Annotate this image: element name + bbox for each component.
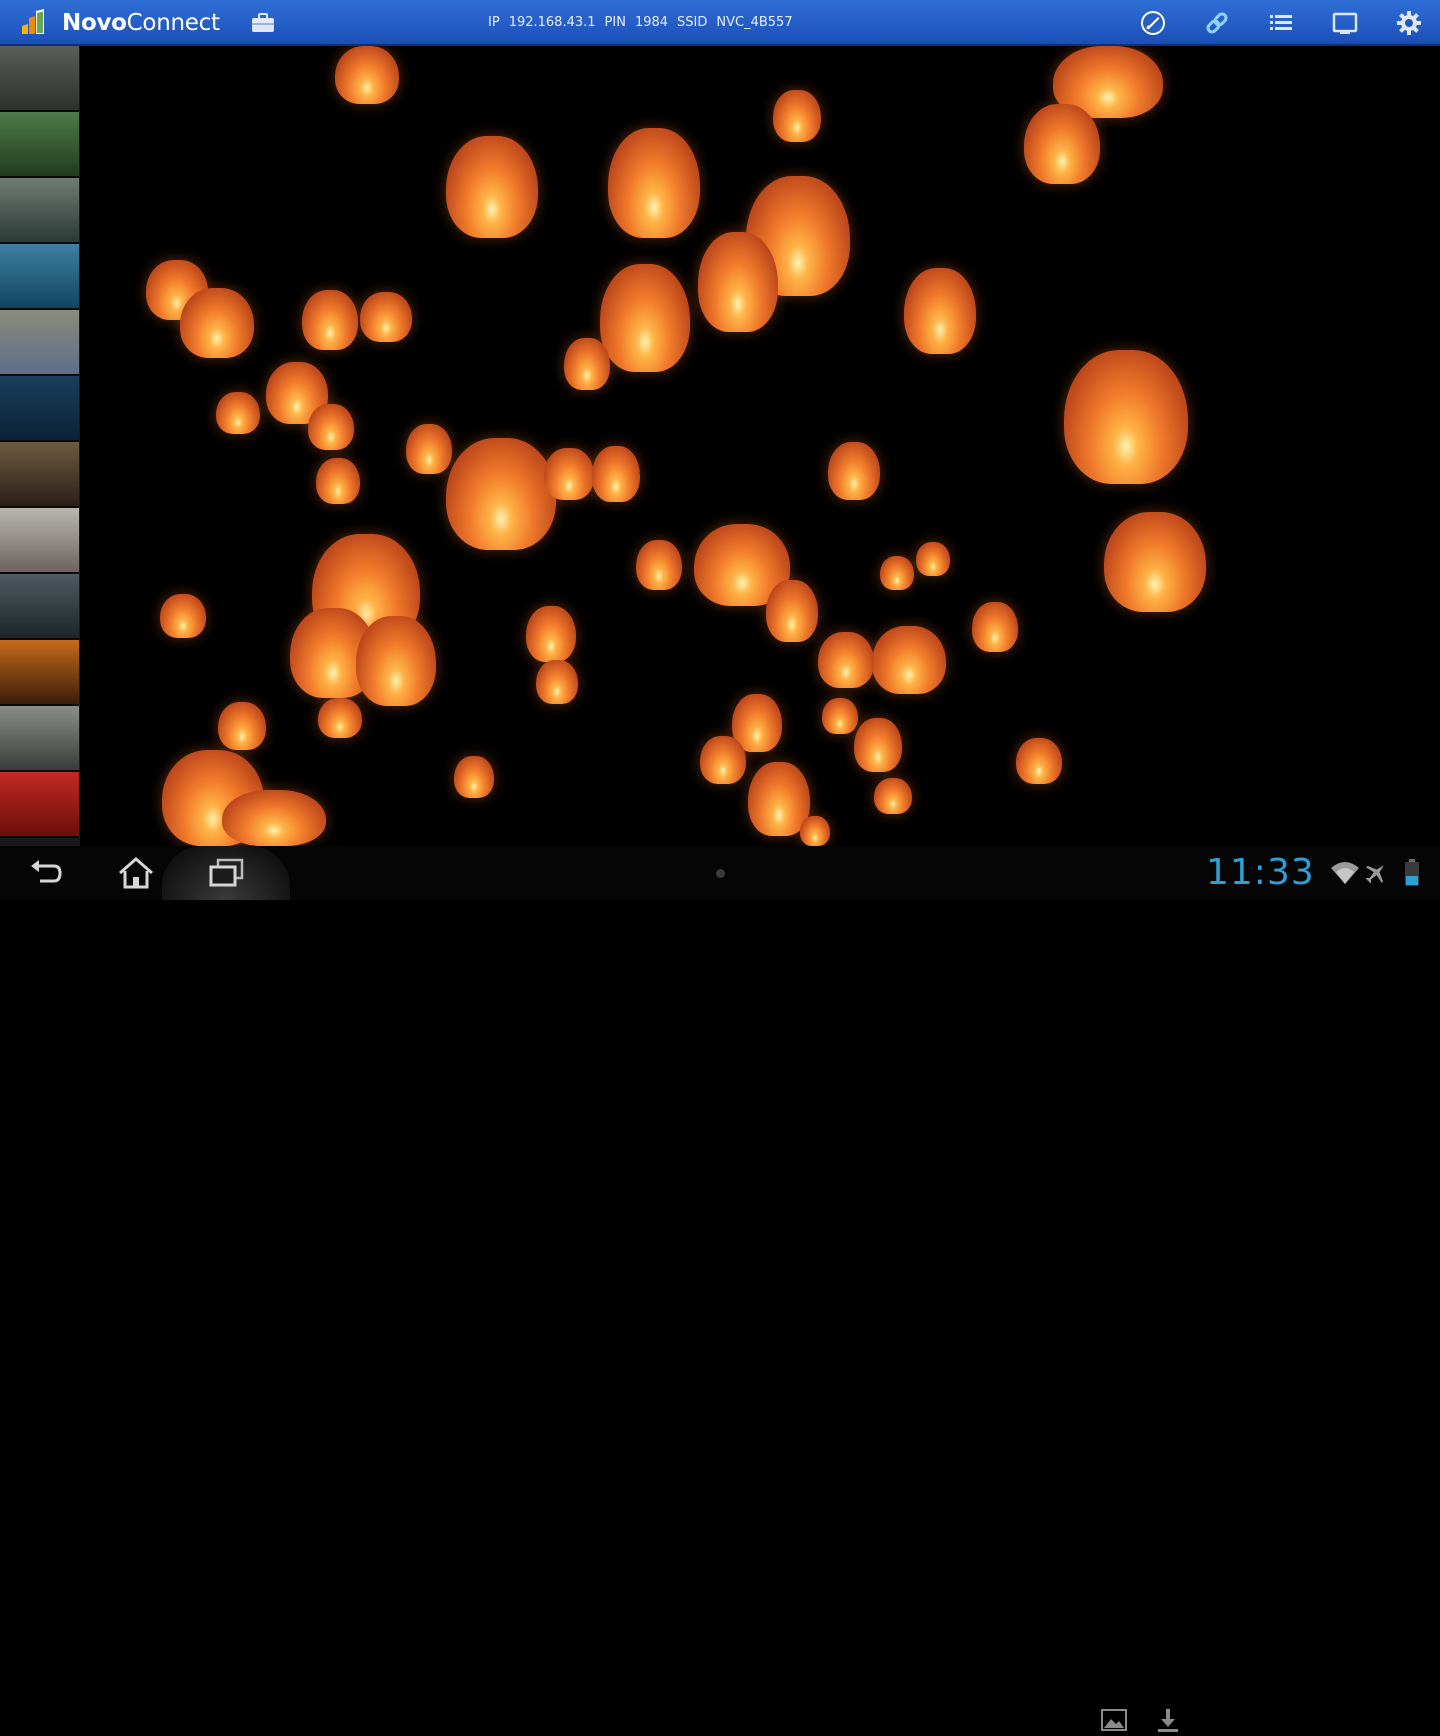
- lantern-21: [446, 438, 556, 550]
- lantern-25: [316, 458, 360, 504]
- presenter-button[interactable]: [1137, 7, 1169, 39]
- lantern-22: [544, 448, 594, 500]
- lantern-31: [916, 542, 950, 576]
- lantern-52: [874, 778, 912, 814]
- lantern-33: [160, 594, 206, 638]
- lantern-8: [698, 232, 778, 332]
- lantern-28: [1104, 512, 1206, 612]
- app-title-rest: Connect: [126, 10, 220, 36]
- lantern-51: [222, 790, 326, 846]
- lantern-1: [335, 46, 399, 104]
- lantern-29: [636, 540, 682, 590]
- thumbnail-6[interactable]: [0, 376, 79, 442]
- app-title: NovoConnect: [62, 9, 220, 37]
- ssid-label: SSID: [677, 15, 708, 30]
- thumbnail-7[interactable]: [0, 442, 79, 508]
- lantern-34: [766, 580, 818, 642]
- lantern-38: [356, 616, 436, 706]
- lantern-46: [700, 736, 746, 784]
- app-title-bold: Novo: [62, 10, 127, 36]
- thumbnail-8[interactable]: [0, 508, 79, 574]
- wifi-icon: [1328, 858, 1362, 888]
- lantern-53: [800, 816, 830, 846]
- ip-label: IP: [488, 15, 500, 30]
- lantern-3: [773, 90, 821, 142]
- lantern-39: [818, 632, 874, 688]
- download-notification-icon[interactable]: [1152, 1704, 1184, 1736]
- thumbnail-2[interactable]: [0, 112, 79, 178]
- battery-icon: [1400, 858, 1424, 888]
- screen-button[interactable]: [1329, 7, 1361, 39]
- pin-value: 1984: [634, 15, 669, 30]
- thumbnail-12[interactable]: [0, 772, 79, 838]
- novoconnect-logo-icon: [18, 8, 48, 38]
- lantern-40: [536, 660, 578, 704]
- status-clock: 11:33: [1206, 852, 1315, 893]
- lantern-49: [454, 756, 494, 798]
- lantern-32: [526, 606, 576, 662]
- lantern-5: [446, 136, 538, 238]
- pin-label: PIN: [604, 15, 626, 30]
- lantern-19: [1064, 350, 1188, 484]
- thumbnail-3[interactable]: [0, 178, 79, 244]
- gallery-notification-icon[interactable]: [1098, 1704, 1130, 1736]
- lantern-18: [308, 404, 354, 450]
- lantern-36: [972, 602, 1018, 652]
- link-button[interactable]: [1201, 7, 1233, 39]
- page-indicator: [716, 869, 725, 878]
- lantern-42: [318, 698, 362, 738]
- lantern-10: [904, 268, 976, 354]
- lantern-20: [406, 424, 452, 474]
- lantern-12: [180, 288, 254, 358]
- thumbnail-4[interactable]: [0, 244, 79, 310]
- lantern-4: [1024, 104, 1100, 184]
- airplane-mode-icon: [1362, 858, 1390, 888]
- recent-apps-button[interactable]: [162, 846, 290, 900]
- lantern-41: [218, 702, 266, 750]
- thumbnail-1[interactable]: [0, 46, 79, 112]
- lantern-15: [564, 338, 610, 390]
- lantern-9: [600, 264, 690, 372]
- ssid-value: NVC_4B557: [716, 15, 793, 30]
- lantern-35: [872, 626, 946, 694]
- list-button[interactable]: [1265, 7, 1297, 39]
- thumbnail-sidebar: [0, 46, 80, 846]
- lantern-48: [1016, 738, 1062, 784]
- briefcase-icon[interactable]: [250, 11, 276, 35]
- thumbnail-10[interactable]: [0, 640, 79, 706]
- thumbnail-9[interactable]: [0, 574, 79, 640]
- thumbnail-11[interactable]: [0, 706, 79, 772]
- presenter-icon: [1141, 11, 1165, 35]
- back-button[interactable]: [10, 846, 82, 900]
- lantern-23: [592, 446, 640, 502]
- presentation-image: [80, 46, 1440, 846]
- lantern-44: [822, 698, 858, 734]
- thumbnail-5[interactable]: [0, 310, 79, 376]
- lantern-45: [854, 718, 902, 772]
- connection-info: IP 192.168.43.1 PIN 1984 SSID NVC_4B557: [488, 14, 802, 32]
- list-icon: [1270, 15, 1292, 30]
- lantern-14: [360, 292, 412, 342]
- lantern-13: [302, 290, 358, 350]
- settings-button[interactable]: [1393, 7, 1425, 39]
- back-icon: [31, 860, 62, 883]
- settings-icon: [1397, 11, 1421, 35]
- lantern-30: [880, 556, 914, 590]
- recent-apps-icon: [209, 858, 244, 887]
- ip-value: 192.168.43.1: [508, 15, 596, 30]
- link-icon: [1206, 12, 1228, 34]
- home-icon: [119, 857, 153, 889]
- lantern-6: [608, 128, 700, 238]
- screen-icon: [1332, 12, 1358, 34]
- top-toolbar: NovoConnect IP 192.168.43.1 PIN 1984 SSID NVC…: [0, 0, 1440, 46]
- lantern-17: [216, 392, 260, 434]
- lantern-24: [828, 442, 880, 500]
